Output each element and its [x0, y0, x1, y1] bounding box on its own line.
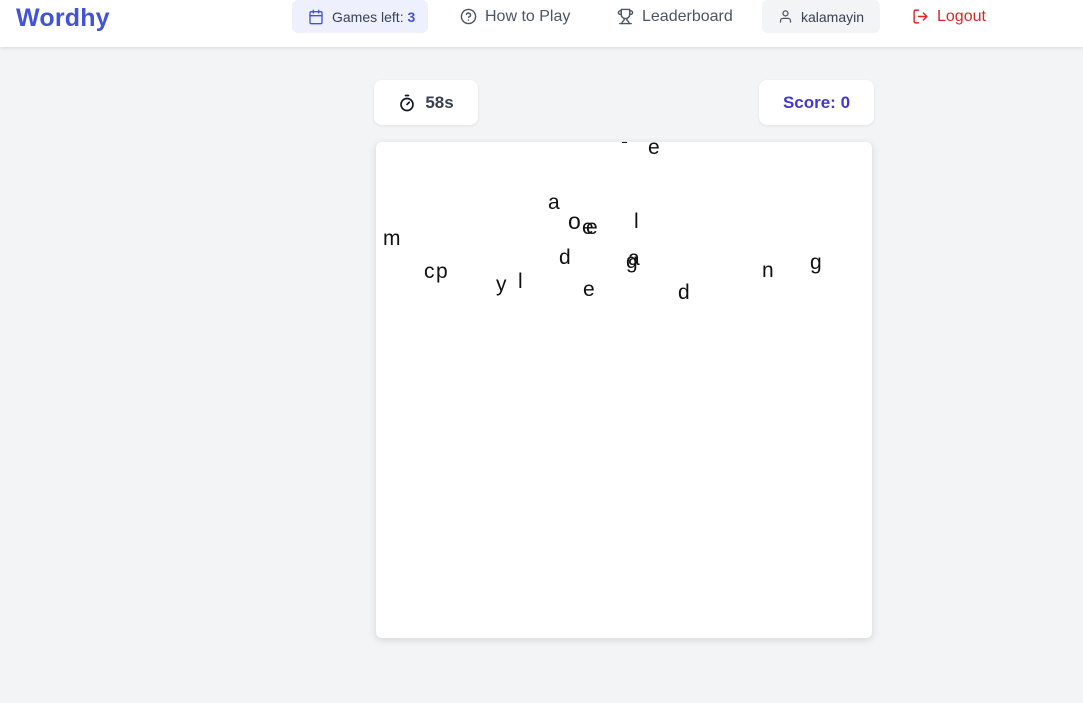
- falling-letter[interactable]: a: [628, 248, 640, 269]
- falling-letter[interactable]: g: [810, 252, 822, 273]
- score-display: Score: 0: [759, 80, 874, 125]
- falling-letter[interactable]: d: [678, 282, 690, 303]
- falling-letter[interactable]: m: [383, 228, 401, 249]
- how-to-play-link[interactable]: How to Play: [444, 0, 586, 33]
- stopwatch-icon: [400, 94, 415, 111]
- falling-letter[interactable]: e: [586, 217, 598, 238]
- logout-label: Logout: [937, 7, 986, 25]
- trophy-icon: [617, 8, 634, 25]
- falling-letter[interactable]: a: [548, 192, 560, 213]
- leaderboard-link[interactable]: Leaderboard: [601, 0, 749, 33]
- app-logo[interactable]: Wordhy: [16, 4, 110, 33]
- username-label: kalamayin: [801, 8, 865, 25]
- user-icon: [779, 10, 792, 23]
- score-value: 0: [840, 92, 851, 112]
- falling-letter[interactable]: l: [518, 271, 523, 292]
- game-board[interactable]: - e a o e e l m d g a c p y l e n g d: [376, 142, 872, 638]
- games-left-count: 3: [407, 8, 416, 25]
- falling-letter[interactable]: y: [496, 274, 507, 295]
- leaderboard-label: Leaderboard: [642, 7, 733, 25]
- falling-letter[interactable]: e: [648, 142, 660, 158]
- help-circle-icon: [460, 8, 477, 25]
- falling-letter[interactable]: d: [559, 247, 571, 268]
- user-profile-button[interactable]: kalamayin: [762, 0, 880, 33]
- falling-letter[interactable]: e: [583, 279, 595, 300]
- falling-letter[interactable]: l: [634, 211, 639, 232]
- how-to-play-label: How to Play: [485, 7, 571, 25]
- falling-letter[interactable]: c: [424, 261, 435, 282]
- calendar-icon: [309, 9, 323, 24]
- score-label: Score:: [782, 92, 836, 112]
- games-left-label: Games left:: [332, 8, 404, 25]
- timer-display: 58s: [374, 80, 478, 125]
- timer-value: 58s: [425, 92, 454, 112]
- games-left-badge: Games left: 3: [292, 0, 428, 33]
- falling-letter[interactable]: n: [762, 260, 774, 281]
- top-navbar: Wordhy Games left: 3 How to Play Leaderb…: [0, 0, 1083, 47]
- logout-button[interactable]: Logout: [896, 0, 1002, 33]
- falling-letter[interactable]: -: [621, 142, 628, 152]
- falling-letter[interactable]: o: [568, 210, 581, 233]
- falling-letter[interactable]: p: [436, 261, 448, 282]
- logout-icon: [913, 9, 928, 24]
